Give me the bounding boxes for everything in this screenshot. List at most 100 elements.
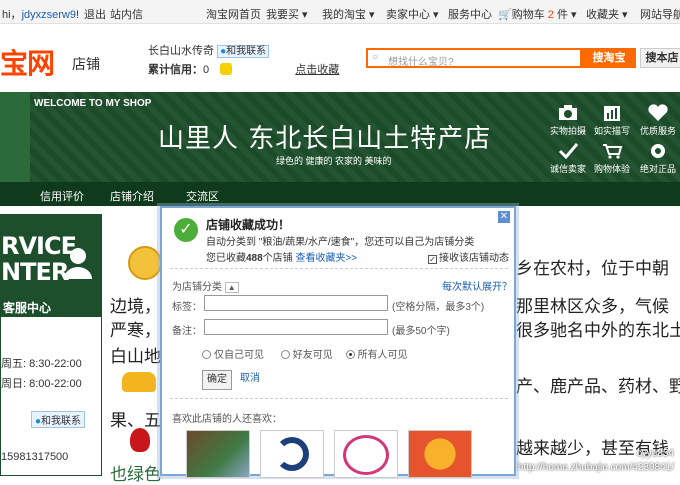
- hours-weekend: 周日: 8:00-22:00: [1, 378, 82, 390]
- expand-default-link[interactable]: 每次默认展开？: [442, 278, 512, 293]
- search-placeholder: 想找什么宝贝?: [388, 57, 454, 68]
- checkbox-checked-icon: ✓: [428, 255, 437, 264]
- gold-icon: [122, 372, 156, 392]
- visibility-options: 仅自己可见 好友可见 所有人可见: [202, 346, 408, 361]
- hours-weekday: 周五: 8:30-22:00: [1, 358, 82, 370]
- desc-line: 那里林区众多，气候: [516, 297, 669, 317]
- subscribe-checkbox[interactable]: ✓ 接收该店铺动态: [428, 249, 509, 264]
- shop-banner: WELCOME TO MY SHOP 山里人 东北长白山土特产店 绿色的 健康的…: [0, 92, 680, 182]
- search-input[interactable]: ○ 想找什么宝贝?: [366, 48, 582, 68]
- cart-link[interactable]: 🛒购物车 2 件 ▾: [498, 6, 577, 22]
- visibility-self-radio[interactable]: 仅自己可见: [202, 350, 264, 361]
- credit-label: 累计信用：: [148, 64, 203, 76]
- nav-service-link[interactable]: 服务中心: [448, 6, 492, 22]
- desc-line: 果、五: [110, 411, 161, 431]
- close-icon[interactable]: ✕: [498, 211, 510, 223]
- note-label: 备注：: [172, 326, 202, 337]
- service-column: RVICE NTER 客服中心 周五: 8:30-22:00 周日: 8:00-2…: [0, 214, 102, 476]
- feature-genuine: 绝对正品: [636, 142, 680, 175]
- recommended-shop-thumb[interactable]: [260, 430, 324, 478]
- cart-icon: [603, 144, 623, 159]
- shop-header: 宝网 店铺 长白山水传奇 ●和我联系 累计信用：0 点击收藏 ○ 想找什么宝贝?…: [0, 24, 680, 92]
- nav-item-reviews[interactable]: 信用评价: [40, 188, 84, 204]
- nav-seller-link[interactable]: 卖家中心 ▾: [386, 6, 439, 22]
- shop-title: 山里人 东北长白山土特产店: [158, 124, 492, 154]
- feature-photo: 实物拍摄: [546, 104, 590, 137]
- desc-line: 白山地: [110, 347, 161, 367]
- cart-icon: 🛒: [498, 9, 512, 21]
- visibility-all-radio[interactable]: 所有人可见: [345, 350, 408, 361]
- note-input[interactable]: [204, 319, 388, 335]
- nav-item-intro[interactable]: 店铺介绍: [110, 188, 154, 204]
- recommended-shop-thumb[interactable]: [186, 430, 250, 478]
- tag-input[interactable]: [204, 295, 388, 311]
- service-center-header: RVICE NTER 客服中心: [1, 215, 101, 317]
- desc-line: 边境，: [110, 297, 161, 317]
- smiley-icon: [128, 246, 162, 280]
- search-icon: ○: [372, 52, 379, 63]
- tag-hint: (空格分隔，最多3个): [392, 302, 485, 313]
- desc-line: 很多驰名中外的东北土: [516, 321, 680, 341]
- favorites-link[interactable]: 收藏夹 ▾: [586, 6, 628, 22]
- shop-subtitle: 绿色的 健康的 农家的 美味的: [276, 156, 392, 166]
- gear-icon: [651, 144, 665, 158]
- success-check-icon: ✓: [174, 218, 198, 242]
- favorite-icon[interactable]: [220, 63, 233, 75]
- feature-service: 优质服务: [636, 104, 680, 137]
- collapse-icon: ▲: [224, 282, 239, 293]
- favorite-stats: 您已收藏488个店铺 查看收藏夹>>: [206, 253, 358, 264]
- person-icon: [64, 248, 92, 279]
- messages-link[interactable]: 站内信: [110, 6, 143, 22]
- logo-subtitle: 店铺: [72, 56, 100, 72]
- dialog-title: 店铺收藏成功！: [206, 218, 291, 232]
- recommended-shop-thumb[interactable]: [334, 430, 398, 478]
- service-center-label: 客服中心: [3, 301, 52, 315]
- username-link[interactable]: jdyxzserw9: [22, 9, 76, 21]
- taobao-logo[interactable]: 宝网: [0, 42, 55, 82]
- confirm-button[interactable]: 确定: [202, 370, 232, 390]
- site-nav-link[interactable]: 网站导航: [640, 6, 680, 22]
- banner-ribbon: [0, 92, 30, 182]
- also-like-label: 喜欢此店铺的人还喜欢：: [172, 414, 282, 425]
- credit-value: 0: [203, 64, 210, 76]
- checkmark-icon: [558, 143, 579, 160]
- greeting: hi，jdyxzserw9!: [2, 9, 80, 21]
- site-topbar: hi，jdyxzserw9! 退出 站内信 淘宝网首页 我要买 ▾ 我的淘宝 ▾…: [0, 0, 680, 24]
- contact-button[interactable]: ●和我联系: [31, 411, 86, 428]
- dialog-description: 自动分类到 "粮油/蔬果/水产/速食"，您还可以自己为店铺分类: [206, 237, 475, 248]
- nav-item-forum[interactable]: 交流区: [186, 188, 219, 204]
- shop-name[interactable]: 长白山水传奇: [148, 45, 214, 57]
- divider: [170, 398, 508, 399]
- shop-nav: 信用评价 店铺介绍 交流区: [0, 182, 680, 206]
- nav-mytaobao-link[interactable]: 我的淘宝 ▾: [322, 6, 375, 22]
- favorite-link[interactable]: 点击收藏: [295, 64, 339, 76]
- note-hint: (最多50个字): [392, 326, 450, 337]
- desc-line: 产、鹿产品、药材、野: [516, 377, 680, 397]
- feature-honest: 诚信卖家: [546, 142, 590, 175]
- shop-logo-mark: [343, 435, 389, 475]
- recommended-shop-thumb[interactable]: [408, 430, 472, 478]
- nav-home-link[interactable]: 淘宝网首页: [206, 6, 261, 22]
- category-toggle[interactable]: 为店铺分类 ▲: [172, 278, 239, 293]
- rose-icon: [130, 428, 150, 452]
- search-taobao-button[interactable]: 搜淘宝: [582, 48, 636, 68]
- phone-number: 15981317500: [1, 451, 69, 463]
- divider: [170, 268, 508, 269]
- watermark-url: http://home.zhubajie.com/4230841/: [517, 462, 674, 473]
- search-shop-button[interactable]: 搜本店: [640, 48, 680, 68]
- logout-link[interactable]: 退出: [84, 6, 106, 22]
- contact-button[interactable]: ●和我联系: [217, 45, 270, 58]
- watermark-user: cyyu854: [636, 448, 674, 459]
- feature-experience: 购物体验: [590, 142, 634, 175]
- camera-icon: [559, 105, 577, 120]
- desc-line: 乡在农村，位于中朝: [516, 259, 669, 279]
- desc-line: 也绿色: [110, 465, 161, 485]
- tag-label: 标签：: [172, 302, 202, 313]
- nav-buy-link[interactable]: 我要买 ▾: [266, 6, 308, 22]
- welcome-text: WELCOME TO MY SHOP: [34, 98, 152, 109]
- view-favorites-link[interactable]: 查看收藏夹>>: [295, 253, 357, 264]
- cancel-link[interactable]: 取消: [238, 370, 262, 390]
- feature-describe: 如实描写: [590, 104, 634, 137]
- visibility-friends-radio[interactable]: 好友可见: [280, 350, 333, 361]
- chart-icon: [604, 106, 620, 121]
